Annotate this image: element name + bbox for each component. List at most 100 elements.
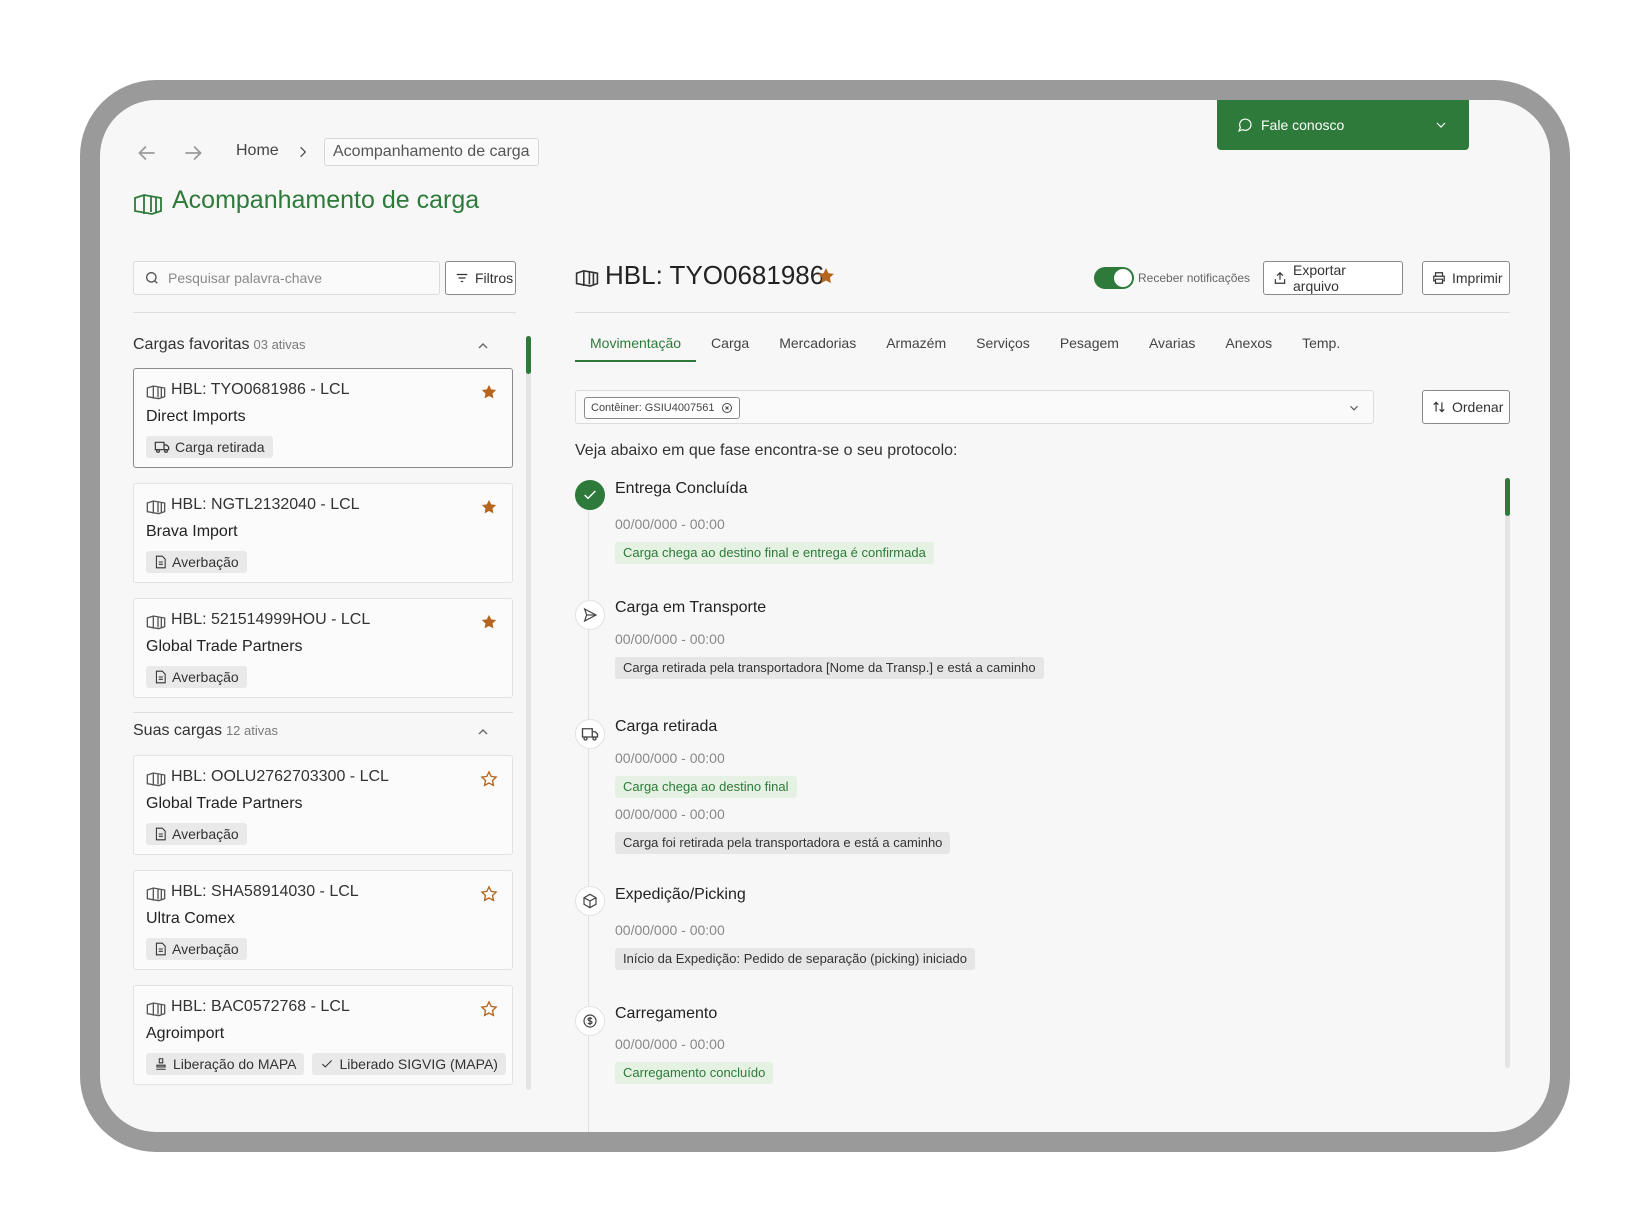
app-screen: Home Acompanhamento de carga Fale conosc… (100, 100, 1550, 1132)
cargo-card[interactable]: HBL: OOLU2762703300 - LCL Global Trade P… (133, 755, 513, 855)
favorites-section-title: Cargas favoritas 03 ativas (133, 336, 306, 354)
status-tag-label: Liberado SIGVIG (MAPA) (339, 1056, 498, 1072)
cargo-card[interactable]: HBL: 521514999HOU - LCL Global Trade Par… (133, 598, 513, 698)
cargo-hbl: HBL: TYO0681986 - LCL (171, 381, 350, 398)
status-tag: Carga retirada (146, 436, 273, 458)
status-tag: Averbação (146, 666, 247, 688)
check-icon (575, 480, 605, 510)
status-tag-label: Carga retirada (175, 439, 265, 455)
forward-arrow-icon[interactable] (180, 140, 206, 166)
breadcrumb-home[interactable]: Home (236, 142, 279, 160)
chat-label: Fale conosco (1261, 117, 1345, 133)
tab-movimentacao[interactable]: Movimentação (575, 332, 697, 362)
event-pill: Carga chega ao destino final (615, 776, 797, 798)
container-select[interactable]: Contêiner: GSIU4007561 (575, 390, 1374, 424)
event-date: 00/00/000 - 00:00 (615, 516, 725, 532)
search-input[interactable] (168, 270, 418, 286)
chat-button[interactable]: Fale conosco (1217, 100, 1469, 150)
scrollbar-thumb[interactable] (526, 336, 531, 374)
divider (575, 312, 1510, 313)
detail-tabs: Movimentação Carga Mercadorias Armazém S… (575, 332, 1355, 362)
page-title: Acompanhamento de carga (172, 186, 480, 214)
chevron-up-icon[interactable] (475, 724, 491, 740)
filters-label: Filtros (475, 270, 514, 286)
star-filled-icon[interactable] (816, 266, 836, 286)
breadcrumb-current: Acompanhamento de carga (324, 138, 539, 166)
search-icon (144, 270, 160, 286)
filters-button[interactable]: Filtros (445, 261, 516, 295)
star-filled-icon[interactable] (480, 498, 498, 516)
document-icon (154, 670, 167, 684)
notifications-toggle[interactable] (1094, 267, 1134, 289)
event-date: 00/00/000 - 00:00 (615, 922, 725, 938)
container-icon (146, 614, 166, 630)
yours-count: 12 ativas (225, 723, 278, 738)
export-button[interactable]: Exportar arquivo (1263, 261, 1403, 295)
filter-icon (455, 271, 469, 285)
truck-icon (575, 719, 605, 749)
cargo-card[interactable]: HBL: TYO0681986 - LCL Direct Imports Car… (133, 368, 513, 468)
cargo-company: Brava Import (146, 523, 238, 540)
print-button[interactable]: Imprimir (1422, 261, 1510, 295)
tab-anexos[interactable]: Anexos (1210, 332, 1287, 362)
printer-icon (1432, 271, 1446, 285)
timeline-scrollbar[interactable] (1505, 478, 1510, 1068)
star-filled-icon[interactable] (480, 383, 498, 401)
search-box[interactable] (133, 261, 440, 295)
detail-title: HBL: TYO0681986 (605, 260, 825, 290)
document-icon (154, 942, 167, 956)
status-tag-label: Averbação (172, 941, 239, 957)
cargo-card[interactable]: HBL: BAC0572768 - LCL Agroimport Liberaç… (133, 985, 513, 1085)
stage-title: Entrega Concluída (615, 480, 748, 497)
tab-avarias[interactable]: Avarias (1134, 332, 1210, 362)
cargo-card[interactable]: HBL: SHA58914030 - LCL Ultra Comex Averb… (133, 870, 513, 970)
cargo-hbl: HBL: 521514999HOU - LCL (171, 611, 371, 628)
container-icon (575, 268, 599, 288)
star-outline-icon[interactable] (480, 770, 498, 788)
sort-button[interactable]: Ordenar (1422, 390, 1510, 424)
sort-label: Ordenar (1452, 399, 1504, 415)
status-tag-label: Averbação (172, 669, 239, 685)
star-outline-icon[interactable] (480, 885, 498, 903)
send-icon (575, 600, 605, 630)
stage-title: Carga retirada (615, 718, 718, 735)
tab-servicos[interactable]: Serviços (961, 332, 1045, 362)
cargo-company: Agroimport (146, 1025, 225, 1042)
left-scrollbar[interactable] (526, 336, 531, 1090)
event-pill: Carga retirada pela transportadora [Nome… (615, 657, 1044, 679)
status-tag: Liberação do MAPA (146, 1053, 305, 1075)
chevron-down-icon (1433, 117, 1449, 133)
container-chip-label: Contêiner: GSIU4007561 (591, 402, 715, 414)
event-pill: Início da Expedição: Pedido de separação… (615, 948, 975, 970)
stage-title: Carga em Transporte (615, 599, 767, 616)
status-tag-label: Liberação do MAPA (173, 1056, 297, 1072)
document-icon (154, 827, 167, 841)
tab-armazem[interactable]: Armazém (871, 332, 961, 362)
status-tag: Averbação (146, 938, 247, 960)
event-date: 00/00/000 - 00:00 (615, 750, 725, 766)
container-icon (146, 384, 166, 400)
divider (133, 712, 513, 713)
divider (133, 312, 516, 313)
close-circle-icon[interactable] (721, 402, 733, 414)
star-filled-icon[interactable] (480, 613, 498, 631)
sort-icon (1432, 400, 1446, 414)
favorites-title: Cargas favoritas (133, 336, 250, 353)
tab-pesagem[interactable]: Pesagem (1045, 332, 1134, 362)
tab-carga[interactable]: Carga (696, 332, 764, 362)
toggle-knob (1114, 269, 1132, 287)
stamp-icon (154, 1057, 168, 1071)
tab-temp[interactable]: Temp. (1287, 332, 1355, 362)
share-icon (1273, 271, 1287, 285)
event-pill: Carregamento concluído (615, 1062, 774, 1084)
chevron-up-icon[interactable] (475, 338, 491, 354)
tab-mercadorias[interactable]: Mercadorias (764, 332, 871, 362)
cargo-card[interactable]: HBL: NGTL2132040 - LCL Brava Import Aver… (133, 483, 513, 583)
scrollbar-thumb[interactable] (1505, 478, 1510, 516)
print-label: Imprimir (1452, 270, 1503, 286)
stage-title: Expedição/Picking (615, 886, 746, 903)
chat-icon (1237, 117, 1253, 133)
back-arrow-icon[interactable] (134, 140, 160, 166)
star-outline-icon[interactable] (480, 1000, 498, 1018)
your-cargo-section-title: Suas cargas 12 ativas (133, 722, 278, 740)
